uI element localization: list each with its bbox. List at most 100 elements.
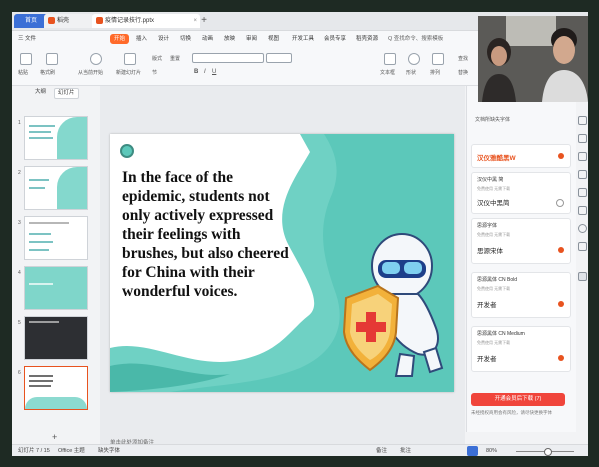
- slide-thumbnail[interactable]: [24, 216, 88, 260]
- text-icon[interactable]: [578, 272, 587, 281]
- tab-document[interactable]: 疫情记录技行.pptx ×: [92, 14, 200, 28]
- info-icon[interactable]: [556, 199, 564, 207]
- alert-icon: [558, 301, 564, 307]
- thumbnail-text-line: [29, 385, 51, 387]
- play-from-current-label: 从当前开始: [78, 70, 104, 76]
- download-fonts-button[interactable]: 开通会员后下载 (7): [471, 393, 565, 406]
- arrange-icon[interactable]: [432, 53, 444, 65]
- missing-fonts-panel: 文档所缺失字体 汉仪雅酷黑W 汉仪中黑 简 免费使用 无需下载 汉仪中黑简 思源…: [466, 86, 577, 432]
- reset-button[interactable]: 重置: [170, 55, 180, 62]
- font-preview: 汉仪雅酷黑W: [477, 155, 516, 162]
- image-icon[interactable]: [578, 188, 587, 197]
- thumbnail-text-line: [29, 137, 53, 139]
- new-tab-button[interactable]: +: [198, 14, 210, 28]
- menu-transition[interactable]: 切换: [180, 34, 191, 44]
- comments-toggle[interactable]: 批注: [400, 446, 411, 456]
- shapes-icon[interactable]: [408, 53, 420, 65]
- thumbnail-text-line: [29, 187, 45, 189]
- menu-slideshow[interactable]: 放映: [224, 34, 235, 44]
- find-button[interactable]: 查找: [458, 55, 468, 62]
- gear-icon[interactable]: [578, 206, 587, 215]
- slide-thumbnail[interactable]: [24, 116, 88, 160]
- format-painter-label: 格式刷: [40, 70, 56, 76]
- play-from-current-icon[interactable]: [90, 53, 102, 65]
- add-slide-button[interactable]: +: [52, 432, 57, 442]
- thumbnail-text-line: [29, 380, 53, 382]
- thumbnail-decoration: [57, 117, 87, 159]
- menu-animation[interactable]: 动画: [202, 34, 213, 44]
- zoom-slider-handle[interactable]: [544, 448, 552, 456]
- font-name: 思源字体: [477, 223, 498, 229]
- menu-start[interactable]: 开始: [110, 34, 130, 44]
- settings-icon[interactable]: [578, 152, 587, 161]
- slide[interactable]: In the face of the epidemic, students no…: [110, 134, 454, 392]
- slide-number: 3: [18, 220, 21, 226]
- menu-file[interactable]: 三 文件: [18, 34, 36, 44]
- tab-home[interactable]: 首页: [14, 14, 48, 28]
- new-slide-icon[interactable]: [124, 53, 136, 65]
- theme-name: Office 主题: [58, 448, 85, 454]
- thumbnail-text-line: [29, 283, 53, 285]
- menu-member[interactable]: 会员专享: [324, 34, 346, 44]
- slide-thumbnail[interactable]: [24, 316, 88, 360]
- thumbnail-text-line: [29, 222, 69, 224]
- slide-body-text[interactable]: In the face of the epidemic, students no…: [122, 168, 292, 301]
- slide-thumbnail[interactable]: [24, 166, 88, 210]
- font-card[interactable]: 思源黑体 CN Medium 免费使用 无需下载 开发者: [471, 326, 571, 372]
- font-preview: 开发者: [477, 302, 497, 309]
- font-card-header[interactable]: 汉仪雅酷黑W: [471, 144, 571, 168]
- notes-toggle[interactable]: 备注: [376, 446, 387, 456]
- font-size-select[interactable]: [266, 53, 292, 63]
- font-preview: 思源宋体: [477, 248, 503, 255]
- menu-view[interactable]: 视图: [268, 34, 279, 44]
- slide-bullet-dot: [120, 144, 134, 158]
- alert-icon: [558, 247, 564, 253]
- italic-button[interactable]: I: [204, 69, 206, 75]
- menu-insert[interactable]: 插入: [136, 34, 147, 44]
- slide-thumbnail-selected[interactable]: [24, 366, 88, 410]
- tab-wps[interactable]: 稻壳: [44, 14, 94, 28]
- menu-resources[interactable]: 稻壳资源: [356, 34, 378, 44]
- font-family-select[interactable]: [192, 53, 264, 63]
- layout-button[interactable]: 版式: [152, 55, 162, 62]
- replace-button[interactable]: 替换: [458, 69, 468, 76]
- textbox-label: 文本框: [380, 70, 396, 76]
- webcam-person-left: [482, 38, 516, 102]
- font-card[interactable]: 汉仪中黑 简 免费使用 无需下载 汉仪中黑简: [471, 172, 571, 214]
- command-search[interactable]: Q 查找命令、搜索模板: [388, 34, 443, 44]
- font-name: 思源黑体 CN Medium: [477, 331, 525, 337]
- font-note: 免费使用 无需下载: [477, 186, 511, 191]
- slide-number: 1: [18, 120, 21, 126]
- zoom-level: 80%: [486, 448, 498, 454]
- bold-button[interactable]: B: [194, 69, 198, 75]
- tab-outline[interactable]: 大纲: [32, 88, 49, 97]
- side-toolbar: [576, 86, 588, 432]
- font-card[interactable]: 思源字体 免费使用 无需下载 思源宋体: [471, 218, 571, 264]
- textbox-icon[interactable]: [384, 53, 396, 65]
- doctor-illustration: [342, 233, 444, 377]
- play-slideshow-button[interactable]: [467, 446, 478, 456]
- menu-review[interactable]: 审阅: [246, 34, 257, 44]
- thumbnail-decoration: [25, 397, 87, 409]
- shape-icon[interactable]: [578, 134, 587, 143]
- paste-icon[interactable]: [20, 53, 32, 65]
- ppt-file-icon: [96, 16, 103, 24]
- font-card[interactable]: 思源黑体 CN Bold 免费使用 无需下载 开发者: [471, 272, 571, 318]
- section-button[interactable]: 节: [152, 69, 157, 76]
- thumbnail-text-line: [29, 375, 53, 377]
- new-slide-label: 新建幻灯片: [116, 70, 142, 76]
- format-painter-icon[interactable]: [46, 53, 58, 65]
- help-icon[interactable]: [578, 224, 587, 233]
- thumbnail-text-line: [29, 249, 49, 251]
- slide-thumbnail[interactable]: [24, 266, 88, 310]
- pin-icon[interactable]: [578, 116, 587, 125]
- underline-button[interactable]: U: [212, 69, 216, 75]
- menu-developer[interactable]: 开发工具: [292, 34, 314, 44]
- missing-fonts-status[interactable]: 缺失字体: [98, 446, 120, 456]
- menu-design[interactable]: 设计: [158, 34, 169, 44]
- slide-number: 6: [18, 370, 21, 376]
- close-icon[interactable]: ×: [193, 14, 197, 28]
- folder-icon[interactable]: [578, 170, 587, 179]
- font-icon[interactable]: [578, 242, 587, 251]
- alert-icon: [558, 153, 564, 159]
